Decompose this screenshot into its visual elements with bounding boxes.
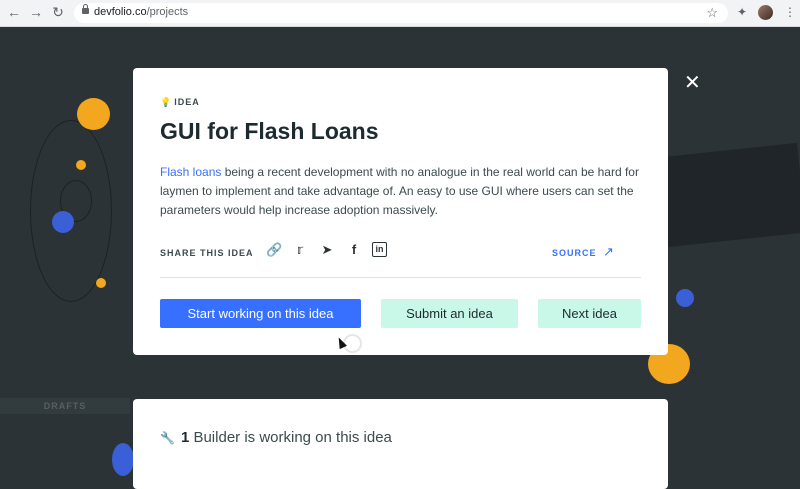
linkedin-icon[interactable]: in (372, 242, 387, 257)
blue-dot-right (676, 289, 694, 307)
blue-blob (52, 211, 74, 233)
builders-count: 🔧 1 Builder is working on this idea (160, 429, 392, 446)
url-text: devfolio.co/projects (94, 6, 189, 18)
share-label: SHARE THIS IDEA (160, 248, 254, 258)
start-working-button[interactable]: Start working on this idea (160, 299, 361, 328)
lock-icon (82, 4, 89, 14)
yellow-blob (77, 98, 110, 130)
blue-blob-bottom (112, 443, 134, 476)
telegram-icon[interactable]: ➤ (319, 242, 335, 258)
facebook-icon[interactable]: f (346, 242, 362, 258)
next-idea-button[interactable]: Next idea (538, 299, 641, 328)
profile-avatar[interactable] (758, 5, 773, 20)
bookmark-star-icon[interactable]: ☆ (706, 5, 718, 21)
external-link-icon[interactable]: ↗ (603, 244, 614, 260)
drafts-label: DRAFTS (0, 398, 130, 414)
idea-title: GUI for Flash Loans (160, 118, 379, 144)
lightbulb-icon: 💡 (160, 97, 173, 107)
browser-toolbar: ← → ↻ devfolio.co/projects ☆ ✦ ⋮ (0, 0, 800, 27)
close-icon[interactable]: ✕ (684, 73, 701, 93)
wrench-icon: 🔧 (160, 431, 175, 445)
idea-modal: 💡 IDEA GUI for Flash Loans Flash loans be… (133, 68, 668, 355)
browser-menu-icon[interactable]: ⋮ (784, 5, 796, 19)
background-shape (657, 142, 800, 248)
twitter-icon[interactable]: 𝕣 (292, 242, 308, 258)
forward-icon[interactable]: → (28, 4, 44, 20)
flash-loans-link[interactable]: Flash loans (160, 165, 221, 179)
reload-icon[interactable]: ↻ (50, 4, 66, 20)
yellow-dot (76, 160, 86, 170)
address-bar[interactable]: devfolio.co/projects ☆ (74, 3, 728, 23)
yellow-dot-small (96, 278, 106, 288)
extensions-icon[interactable]: ✦ (737, 5, 751, 19)
source-link[interactable]: SOURCE (552, 248, 597, 258)
idea-description: Flash loans being a recent development w… (160, 165, 639, 217)
divider (160, 277, 641, 278)
back-icon[interactable]: ← (6, 4, 22, 20)
idea-tag: 💡 IDEA (160, 97, 200, 107)
submit-idea-button[interactable]: Submit an idea (381, 299, 518, 328)
link-icon[interactable]: 🔗 (266, 242, 282, 258)
